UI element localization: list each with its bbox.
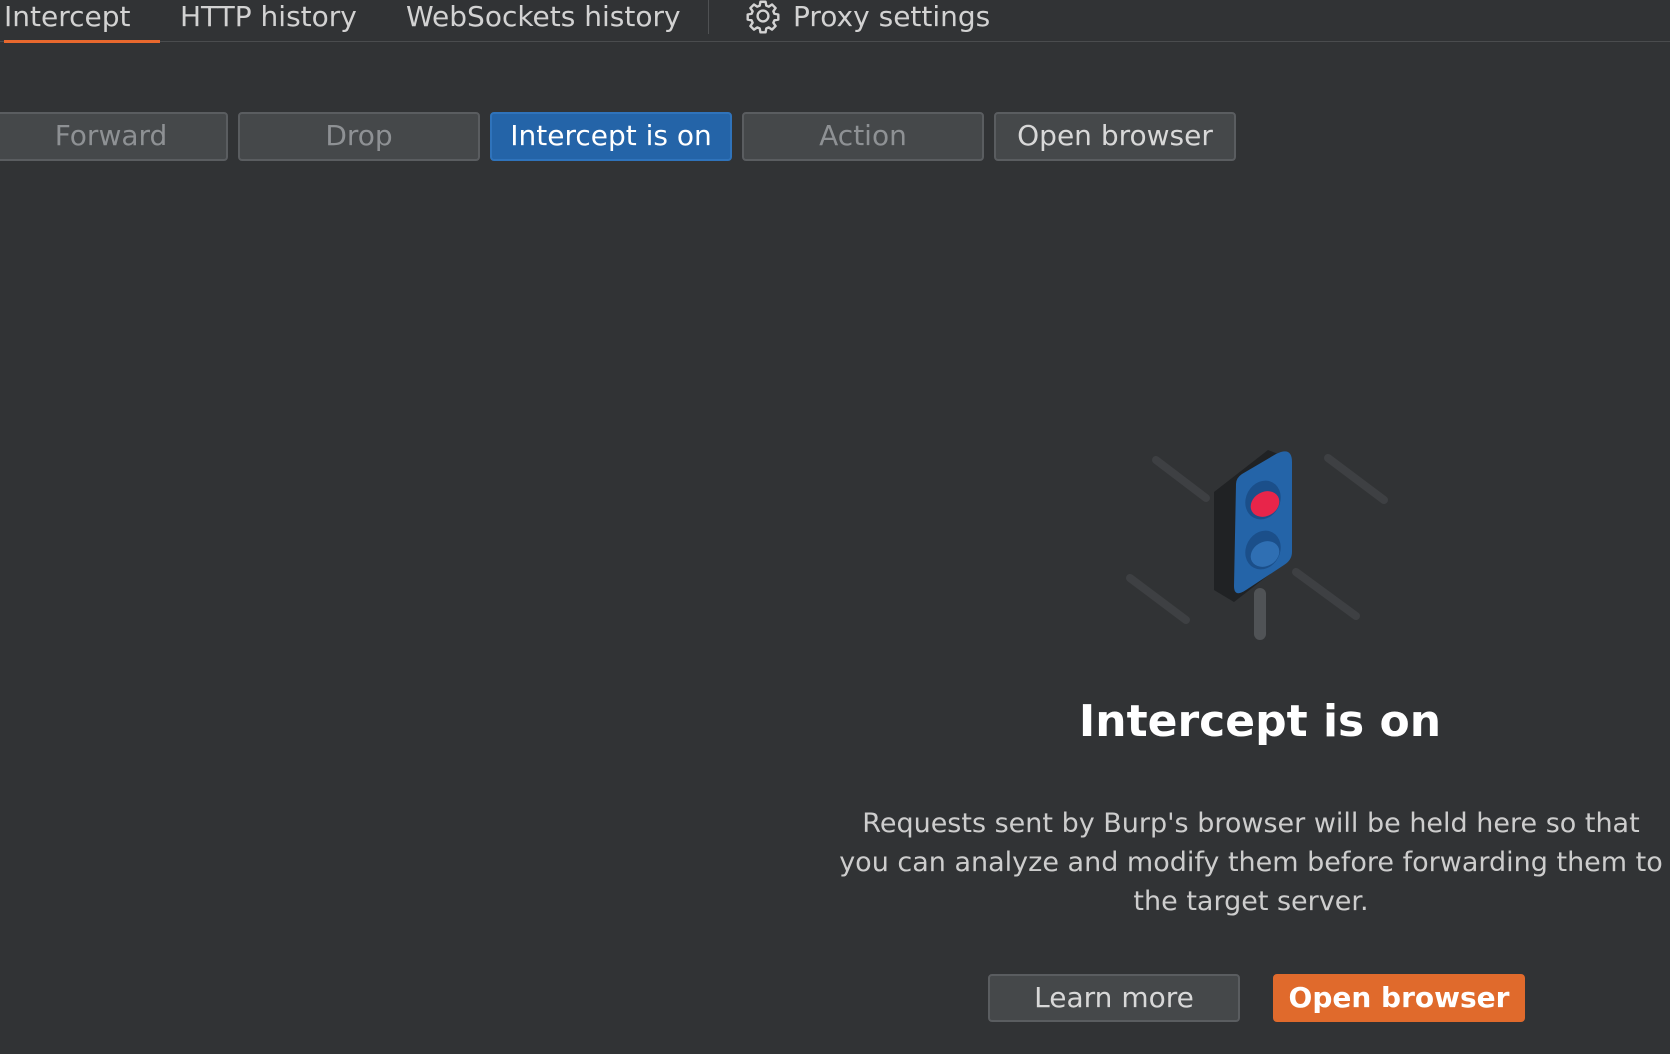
drop-button[interactable]: Drop xyxy=(238,112,480,161)
tab-http-history[interactable]: HTTP history xyxy=(180,0,357,42)
empty-state-description: Requests sent by Burp's browser will be … xyxy=(839,808,1663,917)
learn-more-button[interactable]: Learn more xyxy=(988,974,1240,1022)
proxy-panel: Intercept HTTP history WebSockets histor… xyxy=(0,0,1670,1054)
learn-more-label: Learn more xyxy=(1034,981,1194,1014)
tab-label: HTTP history xyxy=(180,0,357,33)
forward-label: Forward xyxy=(54,119,168,152)
tab-websockets-history[interactable]: WebSockets history xyxy=(406,0,681,42)
tab-intercept[interactable]: Intercept xyxy=(4,0,161,43)
empty-state-title: Intercept is on xyxy=(1078,696,1442,747)
open-browser-toolbar-button[interactable]: Open browser xyxy=(994,112,1236,161)
open-browser-label: Open browser xyxy=(1017,119,1213,152)
intercept-toggle-button[interactable]: Intercept is on xyxy=(490,112,732,161)
traffic-light-icon xyxy=(1126,450,1388,640)
intercept-toggle-label: Intercept is on xyxy=(510,119,712,152)
tab-label: Intercept xyxy=(4,0,131,33)
forward-button[interactable]: Forward xyxy=(0,112,228,161)
drop-label: Drop xyxy=(325,119,393,152)
action-label: Action xyxy=(819,119,907,152)
proxy-tabbar: Intercept HTTP history WebSockets histor… xyxy=(0,0,1670,43)
tab-label: Proxy settings xyxy=(793,0,991,33)
open-browser-button[interactable]: Open browser xyxy=(1273,974,1525,1022)
action-button[interactable]: Action xyxy=(742,112,984,161)
open-browser-cta-label: Open browser xyxy=(1288,981,1510,1014)
tab-divider xyxy=(708,0,709,34)
gear-icon xyxy=(746,0,780,34)
tab-label: WebSockets history xyxy=(406,0,681,33)
